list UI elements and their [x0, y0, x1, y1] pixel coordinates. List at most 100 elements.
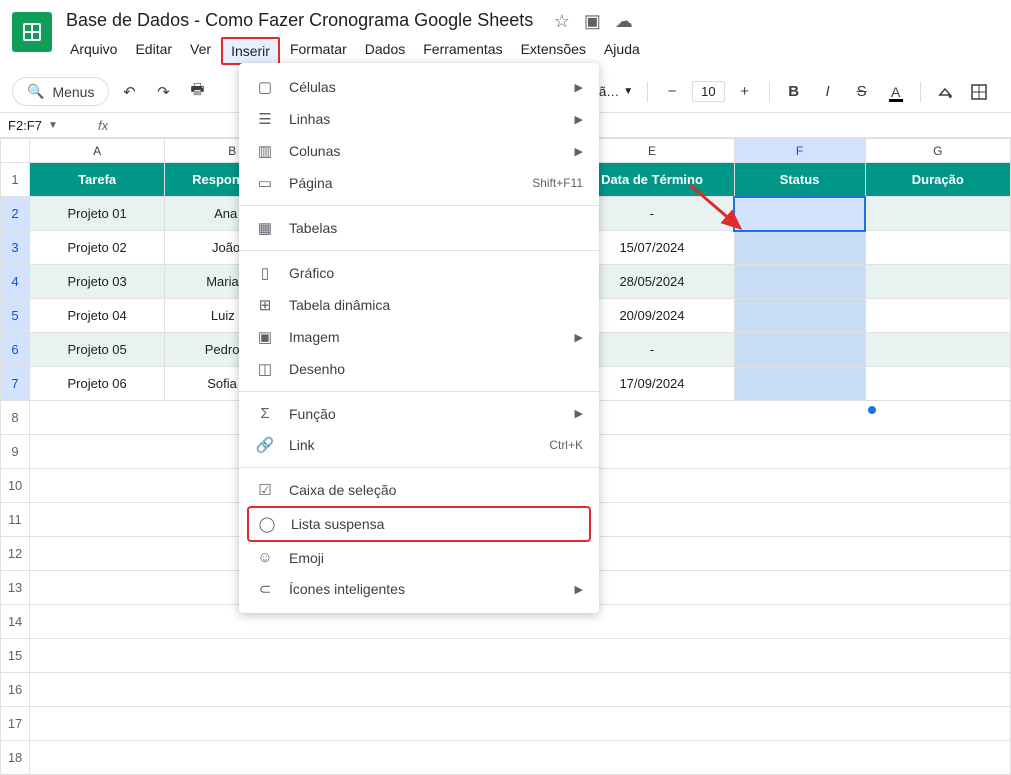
strikethrough-button[interactable]: S	[848, 78, 876, 106]
cloud-icon[interactable]: ☁	[615, 11, 633, 32]
submenu-arrow-icon: ▶	[575, 583, 583, 596]
cell-selected[interactable]	[734, 333, 865, 367]
menu-item-rows[interactable]: ☰ Linhas ▶	[239, 103, 599, 135]
menu-item-checkbox[interactable]: ☑ Caixa de seleção	[239, 474, 599, 506]
menu-ferramentas[interactable]: Ferramentas	[415, 37, 510, 65]
menu-item-columns[interactable]: ▥ Colunas ▶	[239, 135, 599, 167]
row-header[interactable]: 8	[1, 401, 30, 435]
sheets-logo[interactable]	[12, 12, 52, 52]
cell[interactable]	[30, 707, 1011, 741]
cell[interactable]	[865, 231, 1011, 265]
cell[interactable]: Projeto 06	[30, 367, 165, 401]
document-title[interactable]: Base de Dados - Como Fazer Cronograma Go…	[62, 8, 537, 33]
cell[interactable]	[30, 741, 1011, 775]
menu-dados[interactable]: Dados	[357, 37, 413, 65]
row-header[interactable]: 9	[1, 435, 30, 469]
row-header[interactable]: 12	[1, 537, 30, 571]
menu-arquivo[interactable]: Arquivo	[62, 37, 125, 65]
cell[interactable]	[865, 299, 1011, 333]
italic-button[interactable]: I	[814, 78, 842, 106]
menu-label: Link	[289, 437, 535, 453]
select-all-cell[interactable]	[1, 139, 30, 163]
row-header[interactable]: 7	[1, 367, 30, 401]
menu-label: Linhas	[289, 111, 561, 127]
header-tarefa[interactable]: Tarefa	[30, 163, 165, 197]
chevron-down-icon: ▼	[623, 86, 633, 97]
menu-ver[interactable]: Ver	[182, 37, 219, 65]
row-header[interactable]: 17	[1, 707, 30, 741]
cell[interactable]	[30, 673, 1011, 707]
cell-selected[interactable]	[734, 367, 865, 401]
font-size-increase[interactable]: +	[731, 78, 759, 106]
col-header-A[interactable]: A	[30, 139, 165, 163]
col-header-F[interactable]: F	[734, 139, 865, 163]
menu-formatar[interactable]: Formatar	[282, 37, 355, 65]
cell-selected[interactable]	[734, 265, 865, 299]
menu-item-smart-chips[interactable]: ⊂ Ícones inteligentes ▶	[239, 573, 599, 605]
row-header[interactable]: 14	[1, 605, 30, 639]
cell[interactable]: Projeto 01	[30, 197, 165, 231]
menu-editar[interactable]: Editar	[127, 37, 180, 65]
menu-item-tables[interactable]: ▦ Tabelas	[239, 212, 599, 244]
menu-item-function[interactable]: Σ Função ▶	[239, 398, 599, 429]
row-header[interactable]: 2	[1, 197, 30, 231]
cell-selected[interactable]	[734, 231, 865, 265]
menu-item-drawing[interactable]: ◫ Desenho	[239, 353, 599, 385]
cell[interactable]	[865, 197, 1011, 231]
row-header[interactable]: 16	[1, 673, 30, 707]
cell[interactable]	[30, 639, 1011, 673]
menu-item-dropdown[interactable]: ◯ Lista suspensa	[249, 508, 589, 540]
selection-handle[interactable]	[868, 406, 876, 414]
name-box-value: F2:F7	[8, 118, 42, 133]
header-duracao[interactable]: Duração	[865, 163, 1011, 197]
row-header[interactable]: 3	[1, 231, 30, 265]
menu-item-chart[interactable]: ▯ Gráfico	[239, 257, 599, 289]
menu-label: Página	[289, 175, 518, 191]
menu-ajuda[interactable]: Ajuda	[596, 37, 648, 65]
row-header[interactable]: 6	[1, 333, 30, 367]
redo-button[interactable]: ↷	[149, 78, 177, 106]
cell[interactable]	[865, 333, 1011, 367]
row-header[interactable]: 1	[1, 163, 30, 197]
menus-search[interactable]: 🔍 Menus	[12, 77, 109, 106]
row-header[interactable]: 4	[1, 265, 30, 299]
col-header-G[interactable]: G	[865, 139, 1011, 163]
cell-selected[interactable]	[734, 299, 865, 333]
menu-item-link[interactable]: 🔗 Link Ctrl+K	[239, 429, 599, 461]
menus-label: Menus	[52, 84, 94, 100]
cell[interactable]: Projeto 05	[30, 333, 165, 367]
text-color-button[interactable]: A	[882, 78, 910, 106]
menu-item-image[interactable]: ▣ Imagem ▶	[239, 321, 599, 353]
cell[interactable]	[865, 367, 1011, 401]
undo-button[interactable]: ↶	[115, 78, 143, 106]
row-header[interactable]: 11	[1, 503, 30, 537]
menu-item-sheet[interactable]: ▭ Página Shift+F11	[239, 167, 599, 199]
row-header[interactable]: 13	[1, 571, 30, 605]
header-status[interactable]: Status	[734, 163, 865, 197]
star-icon[interactable]: ☆	[554, 11, 570, 32]
move-icon[interactable]: ▣	[584, 11, 601, 32]
bold-button[interactable]: B	[780, 78, 808, 106]
menu-item-pivot[interactable]: ⊞ Tabela dinâmica	[239, 289, 599, 321]
row-header[interactable]: 18	[1, 741, 30, 775]
cell[interactable]: Projeto 02	[30, 231, 165, 265]
row-header[interactable]: 5	[1, 299, 30, 333]
font-size-decrease[interactable]: −	[658, 78, 686, 106]
menu-item-emoji[interactable]: ☺ Emoji	[239, 542, 599, 573]
cell[interactable]	[865, 265, 1011, 299]
print-button[interactable]: 🖶	[183, 78, 211, 106]
font-size-input[interactable]: 10	[692, 81, 724, 102]
row-header[interactable]: 10	[1, 469, 30, 503]
cell[interactable]: Projeto 04	[30, 299, 165, 333]
menu-item-cells[interactable]: ▢ Células ▶	[239, 71, 599, 103]
rows-icon: ☰	[255, 110, 275, 128]
row-header[interactable]: 15	[1, 639, 30, 673]
cell[interactable]: Projeto 03	[30, 265, 165, 299]
emoji-icon: ☺	[255, 549, 275, 566]
name-box[interactable]: F2:F7 ▼	[8, 118, 78, 133]
menu-inserir[interactable]: Inserir	[221, 37, 280, 65]
fill-color-button[interactable]	[931, 78, 959, 106]
cell-selected[interactable]	[734, 197, 865, 231]
borders-button[interactable]	[965, 78, 993, 106]
menu-extensoes[interactable]: Extensões	[513, 37, 594, 65]
